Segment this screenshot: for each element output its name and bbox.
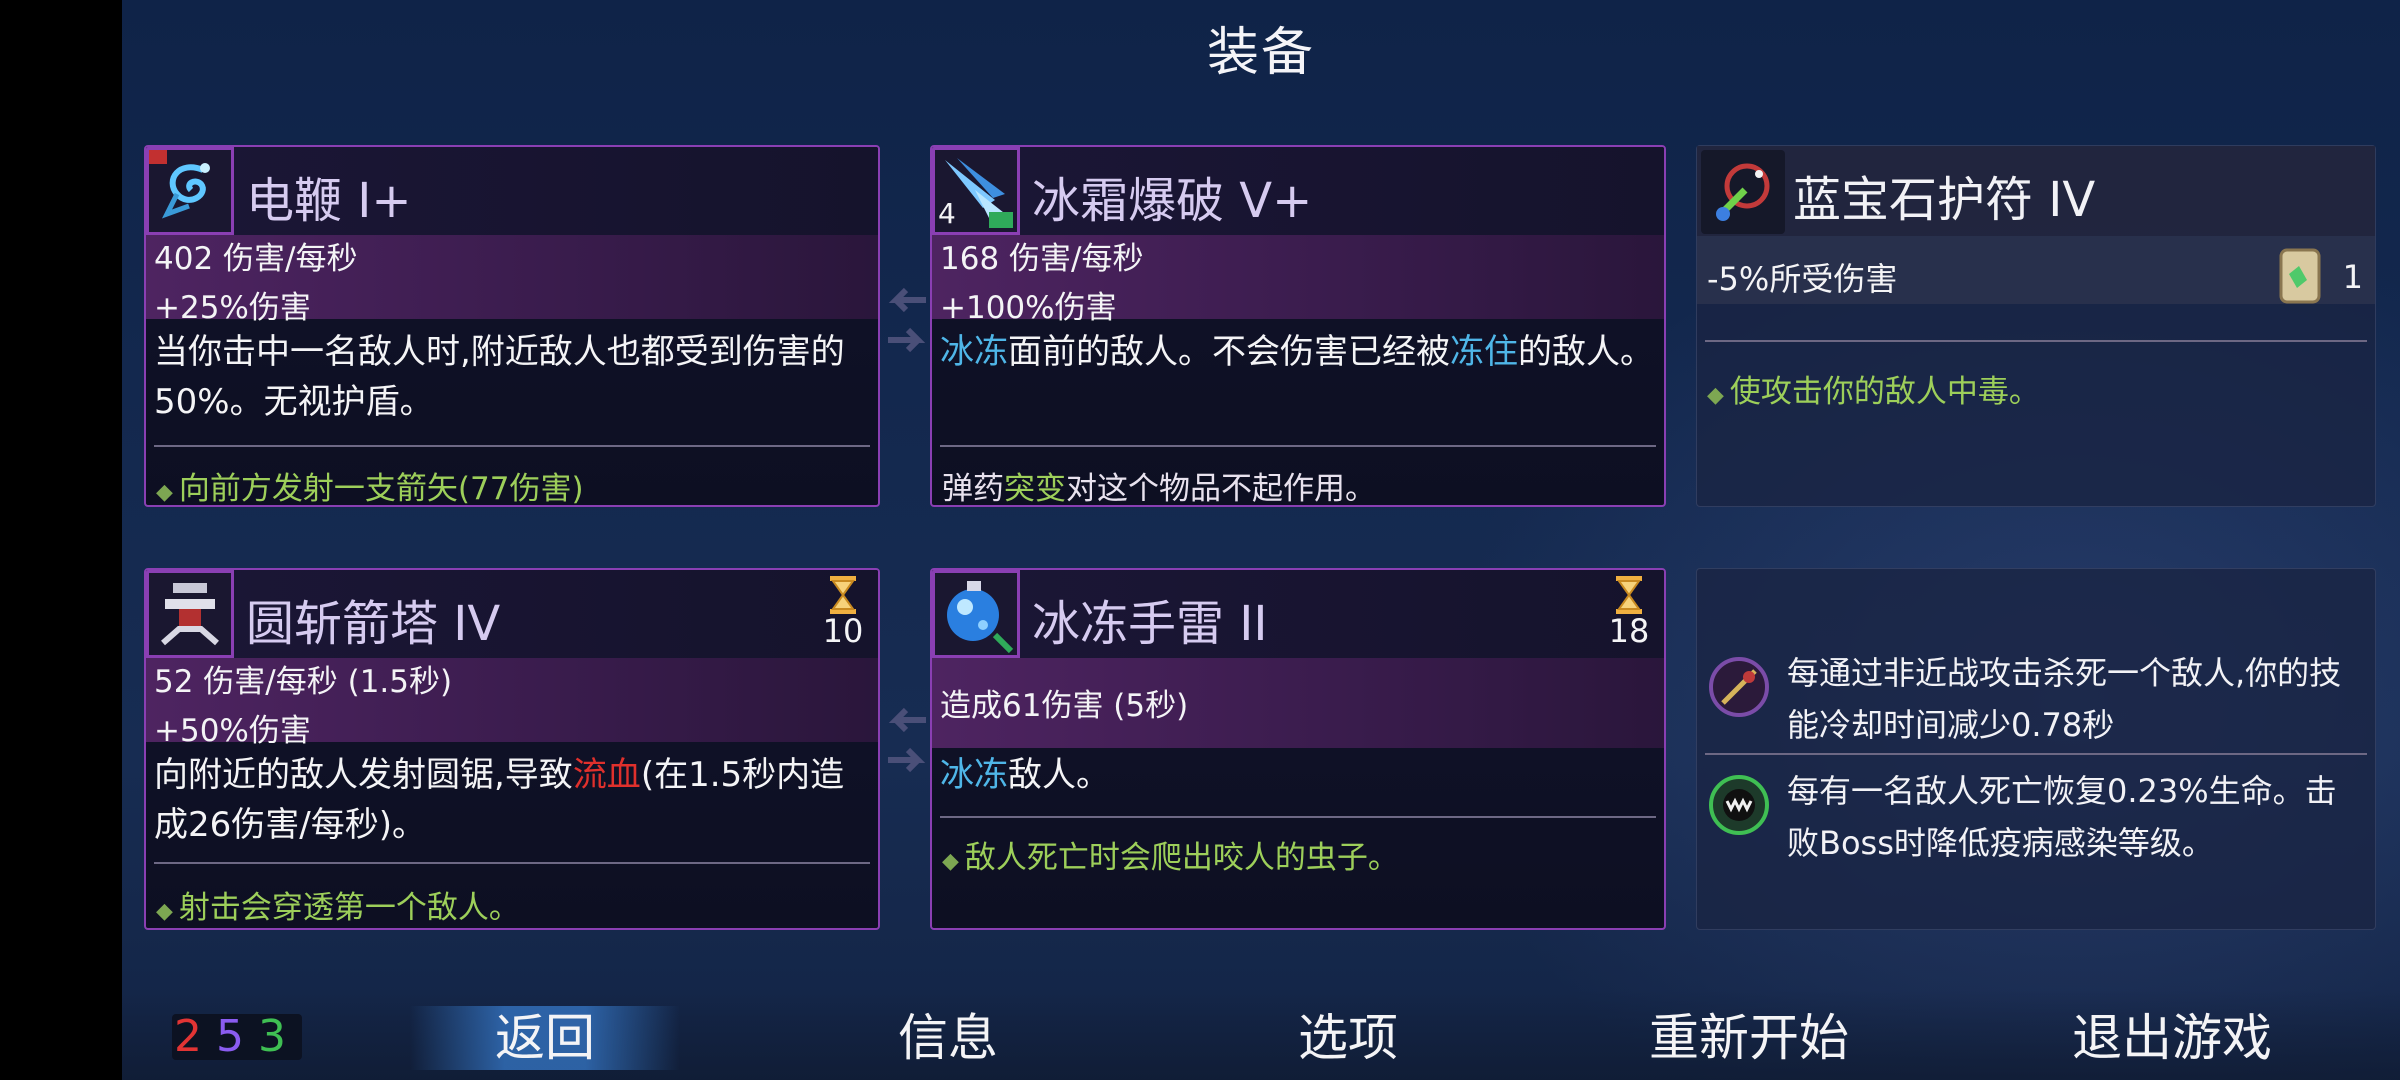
tactics-stat: 5 <box>216 1011 258 1062</box>
options-button[interactable]: 选项 <box>1228 1006 1468 1070</box>
weapon-title: 冰霜爆破 V+ <box>1032 173 1313 229</box>
bullet-icon: ◆ <box>156 899 173 924</box>
amulet-title: 蓝宝石护符 IV <box>1793 172 2096 228</box>
inventory-screen: 装备 电鞭 I+ 402 伤害/每秒 +25%伤害 当你击中一名敌人时,附近敌人… <box>122 0 2400 1080</box>
info-button[interactable]: 信息 <box>828 1006 1068 1070</box>
skill-cooldown: 10 <box>818 576 868 648</box>
mutation-description: 每有一名敌人死亡恢复0.23%生命。击败Boss时降低疫病感染等级。 <box>1787 772 2337 862</box>
weapon-description: 冰冻面前的敌人。不会伤害已经被冻住的敌人。 <box>940 332 1654 372</box>
ice-grenade-icon <box>932 570 1020 658</box>
scroll-stats: 253 <box>172 1014 302 1060</box>
divider <box>154 862 870 864</box>
cooldown-seconds: 10 <box>822 612 864 650</box>
ranged-kill-mutation-icon <box>1709 657 1769 717</box>
hourglass-icon <box>830 576 856 614</box>
skill-title: 圆斩箭塔 IV <box>246 596 501 652</box>
mutations-panel: 每通过非近战攻击杀死一个敌人,你的技能冷却时间减少0.78秒 每有一名敌人死亡恢… <box>1696 568 2376 930</box>
hourglass-icon <box>1616 576 1642 614</box>
back-button[interactable]: 返回 <box>410 1006 680 1070</box>
amulet-effect-line: ◆ 使攻击你的敌人中毒。 <box>1707 366 2040 411</box>
swap-arrows-icon <box>888 707 926 773</box>
divider <box>1705 753 2367 755</box>
restart-button[interactable]: 重新开始 <box>1614 1006 1884 1070</box>
mutation-description: 每通过非近战攻击杀死一个敌人,你的技能冷却时间减少0.78秒 <box>1787 654 2342 744</box>
weapon-upgrade-text: 向前方发射一支箭矢(77伤害) <box>178 471 584 507</box>
weapon-dps: 402 伤害/每秒 <box>154 241 358 277</box>
mutation-row[interactable]: 每有一名敌人死亡恢复0.23%生命。击败Boss时降低疫病感染等级。 <box>1705 765 2367 875</box>
skill-description: 向附近的敌人发射圆锯,导致流血(在1.5秒内造成26伤害/每秒)。 <box>154 755 845 845</box>
weapon-icon-badge: 4 <box>938 197 956 230</box>
screen-title: 装备 <box>1206 23 1315 83</box>
weapon-description: 当你击中一名敌人时,附近敌人也都受到伤害的50%。无视护盾。 <box>154 332 845 422</box>
bullet-icon: ◆ <box>156 480 173 505</box>
skill-damage: 造成61伤害 (5秒) <box>940 688 1189 724</box>
scroll-icon <box>2279 248 2321 304</box>
survival-stat: 3 <box>258 1011 300 1062</box>
skill-cooldown: 18 <box>1604 576 1654 648</box>
skill-upgrade-text: 敌人死亡时会爬出咬人的虫子。 <box>964 840 1399 876</box>
weapon-damage-bonus: +25%伤害 <box>154 290 311 326</box>
weapon-upgrade-line: 弹药突变对这个物品不起作用。 <box>942 471 1376 507</box>
heal-on-kill-mutation-icon <box>1709 775 1769 835</box>
divider <box>154 445 870 447</box>
weapon-dps: 168 伤害/每秒 <box>940 241 1144 277</box>
bullet-icon: ◆ <box>1707 383 1724 408</box>
divider <box>1705 340 2367 342</box>
skill-dps: 52 伤害/每秒 (1.5秒) <box>154 664 453 700</box>
amulet-stat: -5%所受伤害 <box>1707 260 1898 298</box>
scroll-count: 1 <box>2342 258 2363 296</box>
electric-whip-icon <box>146 147 234 235</box>
skill-upgrade-line: ◆ 敌人死亡时会爬出咬人的虫子。 <box>942 832 1399 877</box>
weapon-upgrade-line: ◆ 向前方发射一支箭矢(77伤害) <box>156 463 584 507</box>
skill-description: 冰冻敌人。 <box>940 755 1110 795</box>
cooldown-seconds: 18 <box>1608 612 1650 650</box>
weapon-card-electric-whip[interactable]: 电鞭 I+ 402 伤害/每秒 +25%伤害 当你击中一名敌人时,附近敌人也都受… <box>144 145 880 507</box>
mutation-row[interactable]: 每通过非近战攻击杀死一个敌人,你的技能冷却时间减少0.78秒 <box>1705 647 2367 757</box>
skill-damage-bonus: +50%伤害 <box>154 713 311 749</box>
weapon-damage-bonus: +100%伤害 <box>940 290 1117 326</box>
amulet-effect: 使攻击你的敌人中毒。 <box>1729 374 2040 410</box>
skill-upgrade-line: ◆ 射击会穿透第一个敌人。 <box>156 882 520 927</box>
sapphire-amulet-icon <box>1701 150 1785 234</box>
bullet-icon: ◆ <box>942 849 959 874</box>
skill-upgrade-text: 射击会穿透第一个敌人。 <box>178 890 520 926</box>
skill-card-saw-turret[interactable]: 圆斩箭塔 IV 10 52 伤害/每秒 (1.5秒) +50%伤害 向附近的敌人… <box>144 568 880 930</box>
skill-title: 冰冻手雷 II <box>1032 596 1268 652</box>
weapon-title: 电鞭 I+ <box>246 173 412 229</box>
brutality-stat: 2 <box>174 1011 216 1062</box>
swap-arrows-icon <box>888 287 926 353</box>
saw-turret-icon <box>146 570 234 658</box>
divider <box>940 445 1656 447</box>
weapon-card-frost-blast[interactable]: 4 冰霜爆破 V+ 168 伤害/每秒 +100%伤害 冰冻面前的敌人。不会伤害… <box>930 145 1666 507</box>
divider <box>940 816 1656 818</box>
amulet-panel[interactable]: 蓝宝石护符 IV -5%所受伤害 1 ◆ 使攻击你的敌人中毒。 <box>1696 145 2376 507</box>
quit-game-button[interactable]: 退出游戏 <box>2022 1006 2322 1070</box>
skill-card-ice-grenade[interactable]: 冰冻手雷 II 18 造成61伤害 (5秒) 冰冻敌人。 ◆ 敌人死亡时会爬出咬人… <box>930 568 1666 930</box>
